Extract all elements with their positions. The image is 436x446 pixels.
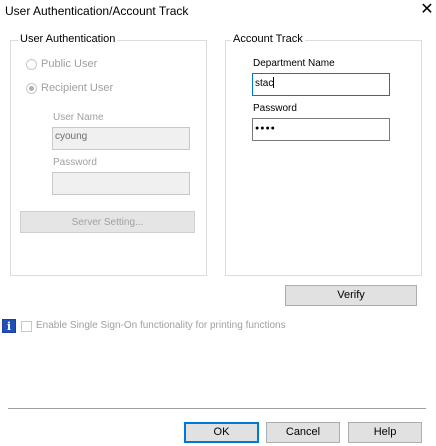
public-user-label: Public User [41,58,98,70]
user-authentication-group [10,40,207,276]
ok-label: OK [213,426,230,438]
user-name-field[interactable]: cyoung [52,127,190,150]
footer-separator [8,408,426,409]
info-icon: i [2,319,16,333]
account-track-group-label: Account Track [231,33,305,45]
sso-label: Enable Single Sign-On functionality for … [36,320,286,331]
window-title: User Authentication/Account Track [5,4,189,18]
department-name-label: Department Name [253,58,335,69]
verify-label: Verify [337,289,365,301]
server-setting-label: Server Setting... [71,217,144,228]
sso-checkbox[interactable] [21,321,32,332]
public-user-radio[interactable] [26,59,37,70]
ok-button[interactable]: OK [184,422,259,443]
department-name-field[interactable]: stac [252,73,390,96]
cancel-label: Cancel [285,426,321,438]
user-name-label: User Name [53,112,104,123]
account-password-field[interactable]: ●●●● [252,118,390,141]
department-name-value: stac [255,78,274,89]
recipient-user-label: Recipient User [41,82,114,94]
verify-button[interactable]: Verify [285,285,417,306]
text-cursor [273,77,275,88]
cancel-button[interactable]: Cancel [266,422,340,443]
server-setting-button[interactable]: Server Setting... [20,211,195,233]
user-authentication-group-label: User Authentication [18,33,118,45]
help-button[interactable]: Help [348,422,422,443]
user-password-field[interactable] [52,172,190,195]
help-label: Help [373,426,397,438]
recipient-user-radio[interactable] [26,83,37,94]
close-icon[interactable]: ✕ [418,1,436,19]
user-password-label: Password [53,157,97,168]
account-password-label: Password [253,103,297,114]
